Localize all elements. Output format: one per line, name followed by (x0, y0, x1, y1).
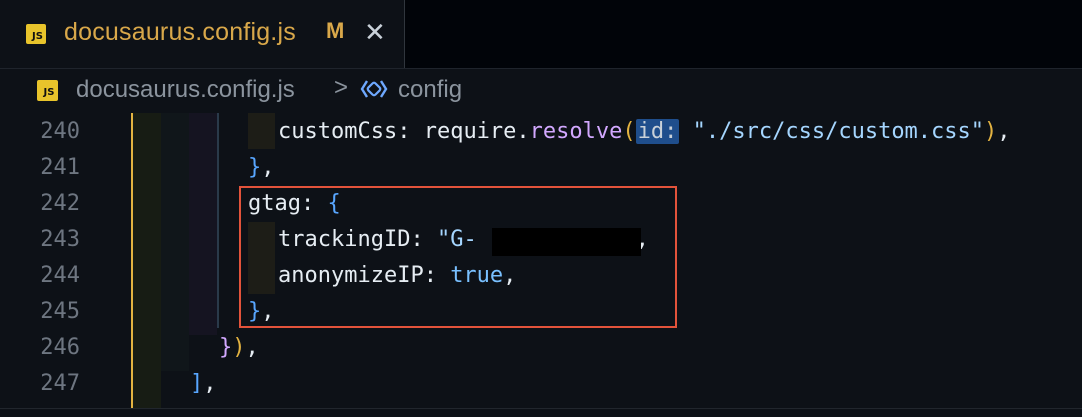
parameter-hint: id: (635, 119, 680, 144)
breadcrumb-file[interactable]: docusaurus.config.js (76, 76, 295, 104)
line-number: 245 (40, 299, 80, 324)
chevron-right-icon: > (334, 74, 349, 101)
indent-guide (133, 113, 161, 409)
close-icon[interactable]: ✕ (364, 17, 386, 48)
tab-bar: JS docusaurus.config.js M ✕ (0, 0, 1082, 69)
code-line-247: ], (190, 371, 217, 396)
line-number: 242 (40, 191, 80, 216)
line-number: 246 (40, 335, 80, 360)
line-number: 244 (40, 263, 80, 288)
indent-guide (248, 113, 275, 149)
annotation-highlight-box (239, 186, 677, 328)
code-line-246: }), (219, 335, 259, 360)
code-line-240: customCss: require.resolve(id: "./src/cs… (278, 119, 1011, 144)
breadcrumb-symbol[interactable]: config (398, 76, 462, 104)
javascript-file-icon: JS (26, 24, 46, 44)
javascript-file-icon: JS (37, 80, 58, 101)
symbol-variable-icon (360, 78, 388, 107)
line-number: 243 (40, 227, 80, 252)
breadcrumb: JS docusaurus.config.js > config (0, 69, 1082, 111)
line-number: 247 (40, 371, 80, 396)
code-line-241: }, (248, 155, 275, 180)
indent-guide (189, 113, 217, 335)
indent-guide (161, 113, 189, 371)
redaction-bar (492, 228, 641, 256)
tab-title: docusaurus.config.js (64, 18, 296, 46)
modified-indicator: M (326, 18, 345, 43)
tab-docusaurus-config[interactable]: JS docusaurus.config.js M ✕ (0, 0, 405, 68)
indent-guide (217, 113, 219, 328)
line-number: 240 (40, 119, 80, 144)
line-number: 241 (40, 155, 80, 180)
